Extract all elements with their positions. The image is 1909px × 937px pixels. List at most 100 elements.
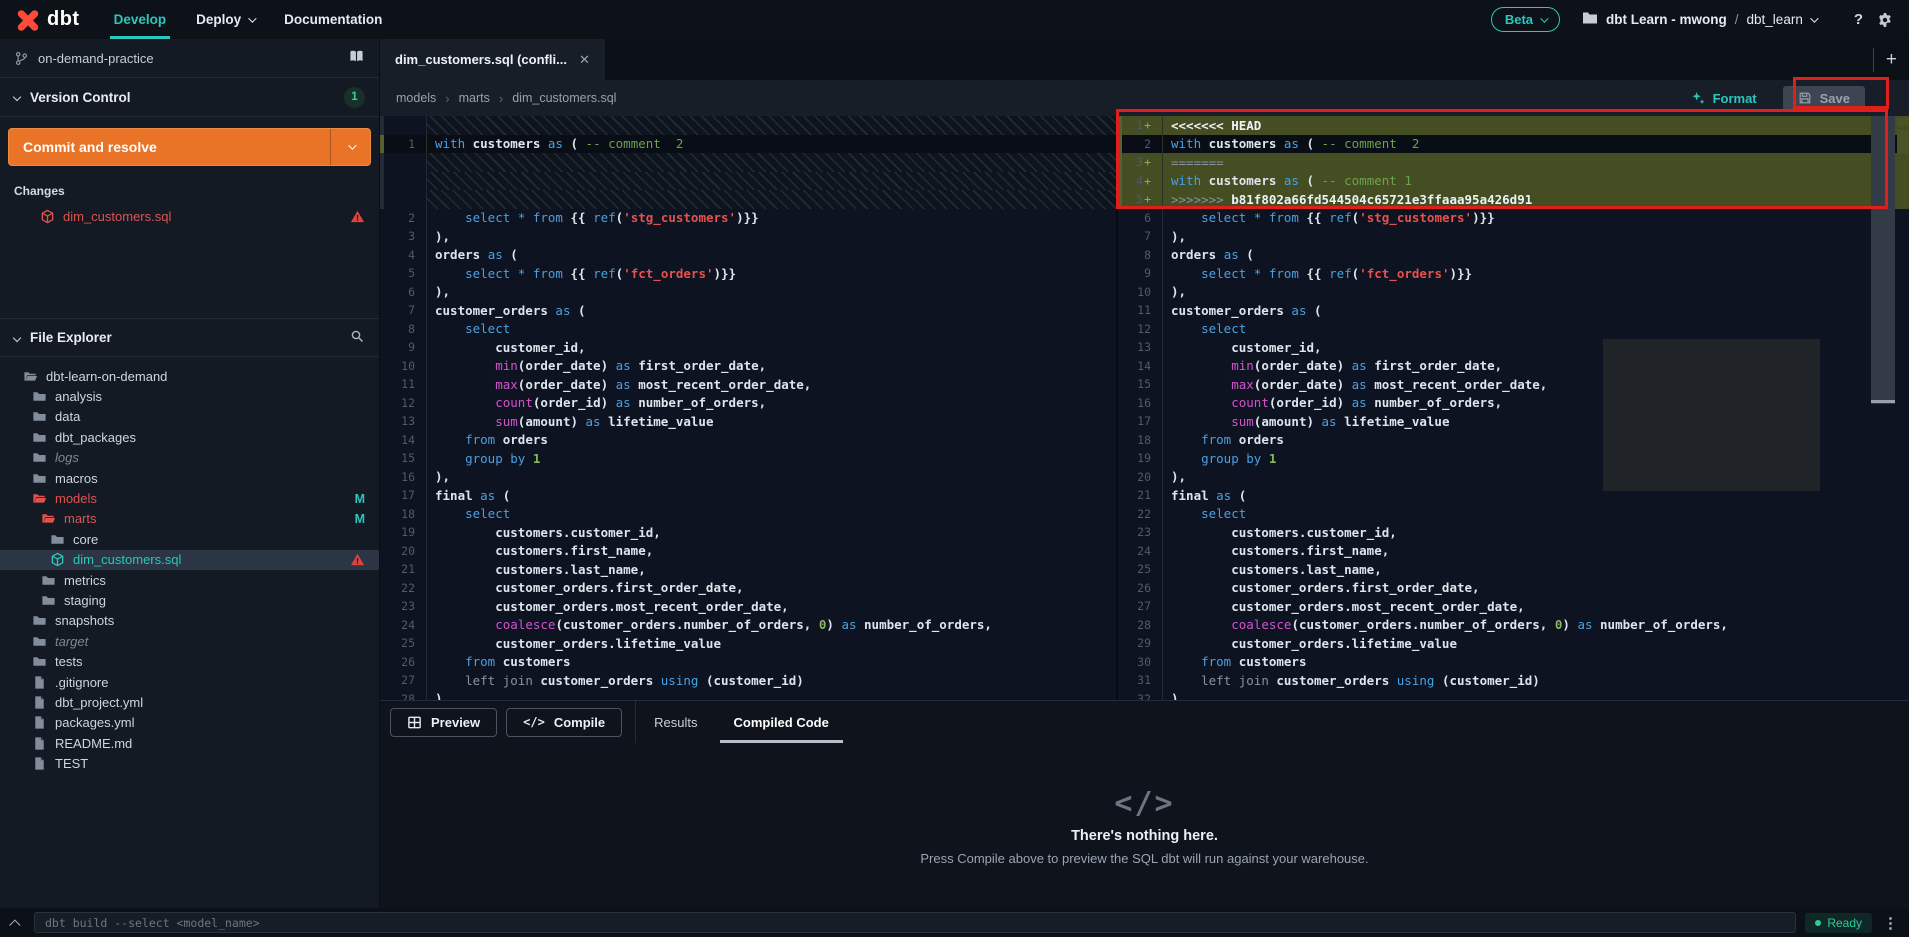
file-tree-item-readme-md[interactable]: README.md	[0, 733, 379, 753]
code-text[interactable]: ),	[1163, 283, 1909, 302]
file-tree-item-target[interactable]: target	[0, 631, 379, 651]
code-text[interactable]: from orders	[427, 431, 1116, 450]
code-text[interactable]: with customers as ( -- comment 2	[1163, 135, 1909, 154]
beta-dropdown[interactable]: Beta	[1491, 7, 1560, 32]
file-tree-item-dbt-project-yml[interactable]: dbt_project.yml	[0, 692, 379, 712]
code-text[interactable]: min(order_date) as first_order_date,	[427, 357, 1116, 376]
code-line[interactable]: 21 customers.last_name,	[380, 560, 1116, 579]
code-line[interactable]: 28 coalesce(customer_orders.number_of_or…	[1118, 616, 1909, 635]
code-text[interactable]: with customers as ( -- comment 2	[427, 135, 1116, 154]
code-line[interactable]: 22 customer_orders.first_order_date,	[380, 579, 1116, 598]
code-text[interactable]: >>>>>>> b81f802a66fd544504c65721e3ffaaa9…	[1163, 190, 1909, 209]
code-text[interactable]: )	[1163, 690, 1909, 701]
code-text[interactable]: ),	[1163, 227, 1909, 246]
expand-panel-chevron[interactable]	[9, 919, 20, 930]
version-control-header[interactable]: Version Control 1	[0, 78, 379, 117]
code-text[interactable]: coalesce(customer_orders.number_of_order…	[1163, 616, 1909, 635]
code-line[interactable]: 29 customer_orders.lifetime_value	[1118, 634, 1909, 653]
file-tree-item-marts[interactable]: martsM	[0, 509, 379, 529]
code-text[interactable]: customer_orders.most_recent_order_date,	[427, 597, 1116, 616]
help-button[interactable]: ?	[1854, 11, 1863, 28]
code-line[interactable]: 22 select	[1118, 505, 1909, 524]
code-line[interactable]: 20 customers.first_name,	[380, 542, 1116, 561]
save-button[interactable]: Save	[1783, 86, 1865, 111]
code-line[interactable]: 4+with customers as ( -- comment 1	[1118, 172, 1909, 191]
file-tree-item-core[interactable]: core	[0, 529, 379, 549]
code-text[interactable]: =======	[1163, 153, 1909, 172]
ready-status-badge[interactable]: Ready	[1805, 913, 1872, 933]
code-line[interactable]: 5 select * from {{ ref('fct_orders')}}	[380, 264, 1116, 283]
branch-selector[interactable]: on-demand-practice	[0, 39, 379, 78]
code-line[interactable]: 9 customer_id,	[380, 338, 1116, 357]
file-tree-item-logs[interactable]: logs	[0, 448, 379, 468]
code-line[interactable]: 24 customers.first_name,	[1118, 542, 1909, 561]
code-line[interactable]: 14 from orders	[380, 431, 1116, 450]
file-tree-item-snapshots[interactable]: snapshots	[0, 611, 379, 631]
code-text[interactable]: customers.customer_id,	[1163, 523, 1909, 542]
code-line[interactable]: 10 min(order_date) as first_order_date,	[380, 357, 1116, 376]
file-tree-item-data[interactable]: data	[0, 407, 379, 427]
code-text[interactable]: sum(amount) as lifetime_value	[427, 412, 1116, 431]
code-text[interactable]: with customers as ( -- comment 1	[1163, 172, 1909, 191]
code-line[interactable]: 6 select * from {{ ref('stg_customers')}…	[1118, 209, 1909, 228]
code-text[interactable]: coalesce(customer_orders.number_of_order…	[427, 616, 1116, 635]
file-tree-item-staging[interactable]: staging	[0, 590, 379, 610]
code-line[interactable]: 24 coalesce(customer_orders.number_of_or…	[380, 616, 1116, 635]
code-line[interactable]: 8 select	[380, 320, 1116, 339]
code-line[interactable]: 11customer_orders as (	[1118, 301, 1909, 320]
code-line[interactable]: 25 customer_orders.lifetime_value	[380, 634, 1116, 653]
close-tab-icon[interactable]: ✕	[579, 52, 590, 68]
code-line[interactable]: 30 from customers	[1118, 653, 1909, 672]
code-line[interactable]: 12 count(order_id) as number_of_orders,	[380, 394, 1116, 413]
code-line[interactable]: 12 select	[1118, 320, 1909, 339]
account-project-selector[interactable]: dbt Learn - mwong / dbt_learn	[1582, 11, 1816, 28]
file-tree-item-analysis[interactable]: analysis	[0, 386, 379, 406]
code-line[interactable]: 11 max(order_date) as most_recent_order_…	[380, 375, 1116, 394]
code-line[interactable]: 3+=======	[1118, 153, 1909, 172]
code-line[interactable]: 13 sum(amount) as lifetime_value	[380, 412, 1116, 431]
code-text[interactable]: customer_orders.lifetime_value	[427, 634, 1116, 653]
docs-book-icon[interactable]	[348, 49, 365, 67]
code-text[interactable]: customer_orders as (	[427, 301, 1116, 320]
code-line[interactable]: 27 left join customer_orders using (cust…	[380, 671, 1116, 690]
code-text[interactable]: ),	[427, 468, 1116, 487]
code-text[interactable]: group by 1	[427, 449, 1116, 468]
code-text[interactable]: select	[1163, 505, 1909, 524]
code-line[interactable]: 5+>>>>>>> b81f802a66fd544504c65721e3ffaa…	[1118, 190, 1909, 209]
code-line[interactable]: 32)	[1118, 690, 1909, 701]
code-line[interactable]: 7customer_orders as (	[380, 301, 1116, 320]
code-text[interactable]: customers.last_name,	[427, 560, 1116, 579]
code-line[interactable]: 28)	[380, 690, 1116, 701]
code-line[interactable]: 3),	[380, 227, 1116, 246]
nav-documentation[interactable]: Documentation	[284, 0, 382, 39]
code-line[interactable]: 2with customers as ( -- comment 2	[1118, 135, 1909, 154]
code-line[interactable]: 9 select * from {{ ref('fct_orders')}}	[1118, 264, 1909, 283]
file-tree-item-tests[interactable]: tests	[0, 651, 379, 671]
code-line[interactable]: 27 customer_orders.most_recent_order_dat…	[1118, 597, 1909, 616]
file-tree-item-macros[interactable]: macros	[0, 468, 379, 488]
settings-gear-icon[interactable]	[1877, 12, 1893, 28]
code-line[interactable]: 23 customer_orders.most_recent_order_dat…	[380, 597, 1116, 616]
nav-develop[interactable]: Develop	[114, 0, 167, 39]
code-text[interactable]: customer_orders as (	[1163, 301, 1909, 320]
code-text[interactable]: from customers	[1163, 653, 1909, 672]
compile-button[interactable]: </> Compile	[506, 708, 622, 737]
file-tree-item-packages-yml[interactable]: packages.yml	[0, 713, 379, 733]
code-line[interactable]: 6),	[380, 283, 1116, 302]
code-line[interactable]: 23 customers.customer_id,	[1118, 523, 1909, 542]
code-text[interactable]: customer_orders.first_order_date,	[1163, 579, 1909, 598]
code-text[interactable]: customers.first_name,	[427, 542, 1116, 561]
code-text[interactable]: customer_orders.lifetime_value	[1163, 634, 1909, 653]
preview-button[interactable]: Preview	[390, 708, 497, 737]
file-explorer-header[interactable]: File Explorer	[0, 318, 379, 357]
code-line[interactable]: 16),	[380, 468, 1116, 487]
code-text[interactable]: ),	[427, 227, 1116, 246]
code-text[interactable]: max(order_date) as most_recent_order_dat…	[427, 375, 1116, 394]
file-tree-item--gitignore[interactable]: .gitignore	[0, 672, 379, 692]
code-line[interactable]: 26 customer_orders.first_order_date,	[1118, 579, 1909, 598]
command-input[interactable]	[34, 912, 1796, 933]
file-tree-item-metrics[interactable]: metrics	[0, 570, 379, 590]
code-line[interactable]: 18 select	[380, 505, 1116, 524]
code-text[interactable]: ),	[427, 283, 1116, 302]
code-line[interactable]: 2 select * from {{ ref('stg_customers')}…	[380, 209, 1116, 228]
